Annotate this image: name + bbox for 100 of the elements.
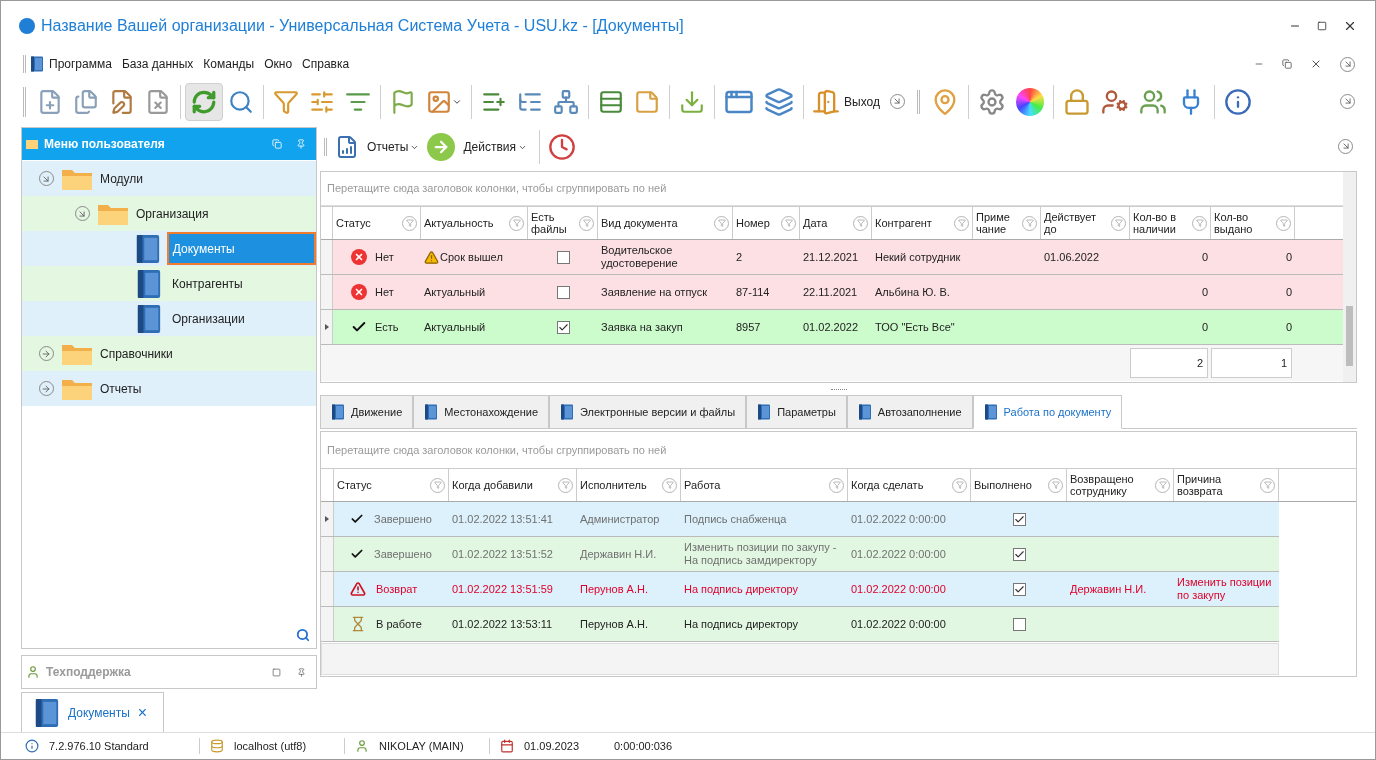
- document-tab[interactable]: Документы ×: [21, 692, 164, 732]
- tab[interactable]: Электронные версии и файлы: [549, 395, 747, 429]
- column-header[interactable]: Выполнено: [974, 479, 1032, 491]
- row-indicator[interactable]: [321, 502, 334, 536]
- table-cell-text: Актуальный: [424, 284, 486, 300]
- user-text: NIKOLAY (MAIN): [379, 738, 465, 754]
- column-header[interactable]: Исполнитель: [580, 479, 647, 491]
- clock-icon: [548, 133, 577, 161]
- caret-icon[interactable]: [452, 97, 462, 107]
- scrollbar[interactable]: [1343, 172, 1356, 382]
- current-row-icon: [324, 324, 329, 330]
- pin-icon[interactable]: [296, 139, 306, 149]
- checkbox[interactable]: [1012, 582, 1026, 596]
- refresh-icon[interactable]: [185, 83, 223, 121]
- panel-title: Меню пользователя: [44, 136, 165, 153]
- table-cell: 01.02.2022 0:00:00: [851, 547, 946, 561]
- menu-item[interactable]: База данных: [116, 55, 199, 73]
- book-icon: [560, 404, 574, 420]
- checkbox[interactable]: [556, 285, 570, 299]
- tree-item[interactable]: Модули: [96, 162, 147, 195]
- table-row[interactable]: Нет Срок вышел Водительское удостоверение 2 21.12.2021 Некий сотрудник 01.06.2022 0 0: [321, 240, 1343, 275]
- table-cell-text: Державин Н.И.: [1070, 581, 1147, 597]
- column-header[interactable]: Возвращено сотруднику: [1070, 473, 1134, 497]
- table-cell: Перунов А.Н.: [580, 582, 648, 596]
- column-header[interactable]: Когда сделать: [851, 479, 924, 491]
- checkbox[interactable]: [1012, 547, 1026, 561]
- column-header[interactable]: Приме чание: [976, 211, 1010, 235]
- calendar-icon: [500, 739, 514, 753]
- maximize-icon[interactable]: [272, 667, 281, 677]
- column-header[interactable]: Актуальность: [424, 217, 494, 229]
- row-indicator[interactable]: [321, 310, 333, 344]
- column-header[interactable]: Действует до: [1044, 211, 1097, 235]
- group-hint: Перетащите сюда заголовок колонки, чтобы сгруппировать по ней: [327, 442, 667, 458]
- column-header[interactable]: Вид документа: [601, 217, 678, 229]
- total-cell: 1: [1211, 348, 1292, 378]
- table-cell-text: Изменить позиции по закупу: [1177, 576, 1273, 602]
- column-header[interactable]: Есть файлы: [531, 211, 567, 235]
- folder-icon: [26, 139, 38, 149]
- reports-button[interactable]: Отчеты: [363, 138, 424, 156]
- table-cell: Перунов А.Н.: [580, 617, 648, 631]
- checkbox[interactable]: [556, 320, 570, 334]
- column-header[interactable]: Статус: [337, 479, 372, 491]
- checkbox[interactable]: [1012, 512, 1026, 526]
- column-header[interactable]: Кол-во в наличии: [1133, 211, 1177, 235]
- table-cell: 87-114: [736, 285, 770, 299]
- table-row[interactable]: Завершено 01.02.2022 13:51:41 Администратор Подпись снабженца 01.02.2022 0:00:00: [321, 502, 1279, 537]
- tab[interactable]: Местонахождение: [413, 395, 549, 429]
- column-header[interactable]: Кол-во выдано: [1214, 211, 1253, 235]
- picture-icon: [426, 89, 452, 115]
- maximize-icon[interactable]: [1317, 21, 1327, 31]
- exit-button[interactable]: Выход: [808, 83, 884, 121]
- table-row[interactable]: Нет Актуальный Заявление на отпуск 87-114 22.11.2021 Альбина Ю. В. 0 0: [321, 275, 1343, 310]
- book-icon: [857, 404, 872, 420]
- window-title: Название Вашей организации - Универсальная Система Учета - USU.kz - [Документы]: [41, 16, 684, 36]
- menu-item[interactable]: Программа: [44, 55, 117, 73]
- table-cell: 01.02.2022 0:00:00: [851, 582, 946, 596]
- table-cell: 21.12.2021: [803, 250, 859, 264]
- close-tab-button[interactable]: ×: [137, 704, 148, 721]
- table-row[interactable]: В работе 01.02.2022 13:53:11 Перунов А.Н. На подпись директору 01.02.2022 0:00:00: [321, 607, 1279, 642]
- float-icon[interactable]: [272, 139, 282, 149]
- warning-icon: [350, 581, 366, 597]
- checkbox[interactable]: [1012, 617, 1026, 631]
- table-row[interactable]: Возврат 01.02.2022 13:51:59 Перунов А.Н. На подпись директору 01.02.2022 0:00:00 Державин Н.И. Изменить позиции по закупу: [321, 572, 1279, 607]
- book-icon: [331, 404, 345, 420]
- table-cell-text: Нет: [375, 249, 394, 265]
- close-icon[interactable]: [1310, 58, 1322, 70]
- column-header[interactable]: Дата: [803, 217, 828, 229]
- error-icon: [351, 284, 367, 300]
- column-header[interactable]: Статус: [336, 217, 371, 229]
- book-icon: [983, 404, 998, 420]
- table-cell-text: Нет: [375, 284, 394, 300]
- book-icon: [757, 404, 772, 420]
- column-header[interactable]: Работа: [684, 479, 721, 491]
- tree-item[interactable]: Отчеты: [96, 372, 146, 405]
- tab[interactable]: Автозаполнение: [846, 395, 973, 429]
- table-row[interactable]: Есть Актуальный Заявка на закуп 8957 01.02.2022 ТОО "Есть Все" 0 0: [321, 310, 1343, 345]
- book-icon: [136, 303, 162, 334]
- menu-item[interactable]: Справка: [297, 55, 355, 73]
- table-cell-text: Есть: [375, 319, 399, 335]
- actions-button[interactable]: Действия: [459, 138, 532, 156]
- column-header[interactable]: Контрагент: [875, 217, 932, 229]
- tab[interactable]: Работа по документу: [972, 395, 1123, 429]
- menu-item[interactable]: Команды: [198, 55, 260, 73]
- search-icon[interactable]: [296, 628, 310, 642]
- column-header[interactable]: Причина возврата: [1177, 473, 1223, 497]
- table-row[interactable]: Завершено 01.02.2022 13:51:52 Державин Н.И. Изменить позиции по закупу - На подпись замдиректору 01.02.2022 0:00:00: [321, 537, 1279, 572]
- menu-item[interactable]: Окно: [259, 55, 298, 73]
- tab[interactable]: Параметры: [746, 395, 847, 429]
- column-header[interactable]: Номер: [736, 217, 770, 229]
- book-icon: [135, 233, 162, 264]
- version-text: 7.2.976.10 Standard: [49, 738, 150, 754]
- restore-icon[interactable]: [1282, 59, 1292, 69]
- column-header[interactable]: Когда добавили: [452, 479, 533, 491]
- table-cell: Заявление на отпуск: [601, 285, 708, 299]
- pin-icon[interactable]: [297, 667, 306, 677]
- close-icon[interactable]: [1343, 19, 1357, 33]
- tab[interactable]: Движение: [320, 395, 414, 429]
- table-cell: Державин Н.И.: [580, 547, 657, 561]
- table-cell: 01.02.2022 13:51:52: [452, 547, 553, 561]
- checkbox[interactable]: [556, 250, 570, 264]
